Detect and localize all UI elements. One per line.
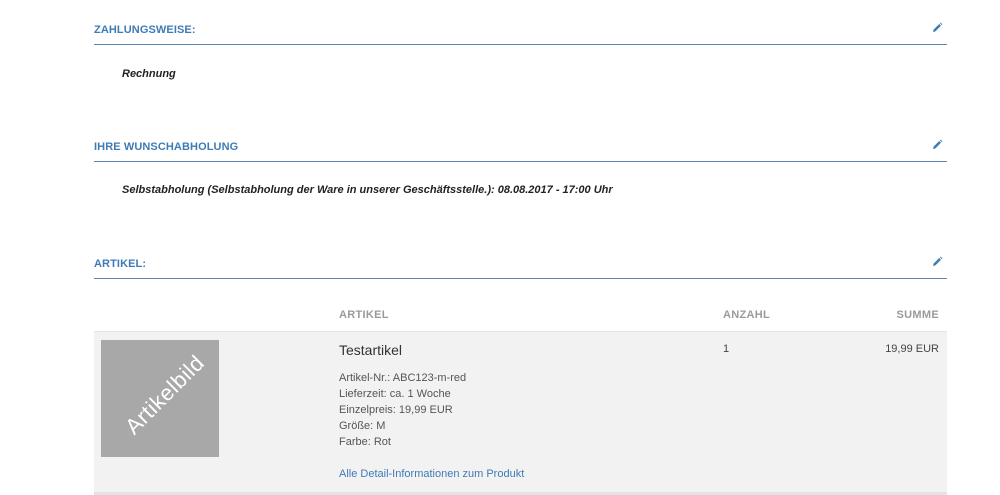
product-details-link[interactable]: Alle Detail-Informationen zum Produkt: [339, 468, 524, 480]
payment-section-title: ZAHLUNGSWEISE:: [94, 24, 196, 36]
product-image-label: Artikelbild: [120, 350, 210, 440]
articles-section-header: ARTIKEL:: [94, 256, 947, 279]
product-article-number: Artikel-Nr.: ABC123-m-red: [339, 372, 467, 384]
pencil-icon[interactable]: [931, 256, 943, 268]
product-color: Farbe: Rot: [339, 436, 391, 448]
product-unit-price: Einzelpreis: 19,99 EUR: [339, 404, 453, 416]
pickup-section-title: IHRE WUNSCHABHOLUNG: [94, 141, 239, 153]
product-name: Testartikel: [339, 342, 403, 358]
payment-section-header: ZAHLUNGSWEISE:: [94, 22, 947, 45]
product-size: Größe: M: [339, 420, 386, 432]
payment-method-value: Rechnung: [122, 68, 176, 80]
column-header-sum: SUMME: [896, 309, 939, 321]
pencil-icon[interactable]: [931, 22, 943, 34]
product-sum: 19,99 EUR: [885, 343, 939, 355]
articles-section-title: ARTIKEL:: [94, 258, 147, 270]
pencil-icon[interactable]: [931, 139, 943, 151]
column-header-quantity: ANZAHL: [723, 309, 771, 321]
column-header-article: ARTIKEL: [339, 309, 389, 321]
pickup-value: Selbstabholung (Selbstabholung der Ware …: [122, 184, 613, 196]
product-image[interactable]: Artikelbild: [101, 340, 219, 457]
product-delivery-time: Lieferzeit: ca. 1 Woche: [339, 388, 451, 400]
table-row: Artikelbild Testartikel Artikel-Nr.: ABC…: [94, 332, 947, 495]
product-quantity: 1: [723, 343, 730, 355]
pickup-section-header: IHRE WUNSCHABHOLUNG: [94, 139, 947, 162]
articles-table-header: ARTIKEL ANZAHL SUMME: [94, 305, 947, 333]
